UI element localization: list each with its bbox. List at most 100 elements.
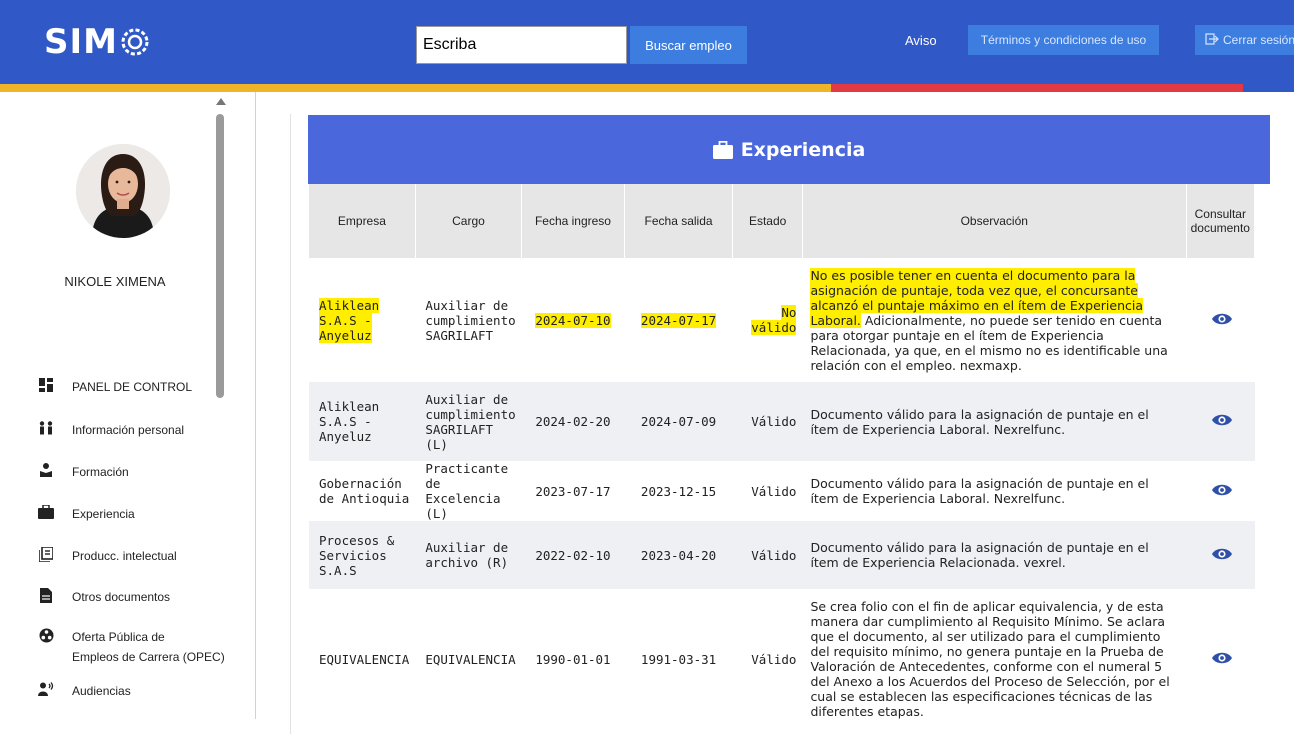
cell-view	[1186, 461, 1255, 521]
aviso-link[interactable]: Aviso	[905, 33, 937, 48]
table-row: Aliklean S.A.S - Anyeluz Auxiliar de cum…	[309, 258, 1255, 382]
terms-button[interactable]: Términos y condiciones de uso	[968, 25, 1159, 55]
sidebar-item-label: Producc. intelectual	[72, 549, 177, 563]
logout-label: Cerrar sesión	[1223, 33, 1294, 47]
table-row: EQUIVALENCIA EQUIVALENCIA 1990-01-01 199…	[309, 589, 1255, 729]
stripe-red	[831, 84, 1243, 92]
sidebar-item-label: Información personal	[72, 423, 185, 437]
cell-fecha-ingreso: 2024-02-20	[521, 382, 625, 461]
sidebar-item-label-group: Oferta Pública de Empleos de Carrera (OPE…	[72, 627, 225, 667]
simo-logo[interactable]: SIM	[44, 22, 150, 62]
cell-cargo: Practicante de Excelencia (L)	[415, 461, 522, 521]
cell-view	[1186, 589, 1255, 729]
cell-view	[1186, 521, 1255, 589]
sidebar-item-label: Formación	[72, 465, 129, 479]
table-row: Procesos & Servicios S.A.S Auxiliar de a…	[309, 521, 1255, 589]
logout-button[interactable]: Cerrar sesión	[1195, 25, 1294, 55]
stripe-yellow	[0, 84, 831, 92]
cell-fecha-ingreso: 2024-07-10	[521, 258, 625, 382]
sidebar-item-experiencia[interactable]: Experiencia	[38, 504, 135, 524]
sidebar-item-personal-info[interactable]: Información personal	[38, 420, 184, 440]
eye-icon[interactable]	[1212, 483, 1233, 497]
table-header-row: Empresa Cargo Fecha ingreso Fecha salida…	[309, 184, 1256, 258]
cell-fecha-salida: 2024-07-17	[624, 258, 733, 382]
cell-fecha-salida: 2023-12-15	[624, 461, 733, 521]
col-fecha-salida: Fecha salida	[624, 184, 734, 258]
logout-icon	[1205, 33, 1219, 45]
sidebar-item-panel-control[interactable]: PANEL DE CONTROL	[38, 377, 192, 397]
book-icon	[38, 546, 54, 562]
cell-fecha-ingreso: 1990-01-01	[521, 589, 625, 729]
sidebar-item-produccion[interactable]: Producc. intelectual	[38, 546, 177, 566]
cell-empresa: Aliklean S.A.S - Anyeluz	[309, 382, 416, 461]
avatar	[76, 144, 170, 238]
briefcase-icon	[38, 504, 54, 520]
cell-empresa: Aliklean S.A.S - Anyeluz	[309, 258, 416, 382]
experience-table: Empresa Cargo Fecha ingreso Fecha salida…	[309, 184, 1256, 729]
table-row: Aliklean S.A.S - Anyeluz Auxiliar de cum…	[309, 382, 1255, 461]
search-input[interactable]	[416, 26, 627, 64]
sidebar-item-label-2: Empleos de Carrera (OPEC)	[72, 650, 225, 664]
cell-estado: Válido	[732, 461, 803, 521]
cell-observacion: Documento válido para la asignación de p…	[802, 521, 1187, 589]
graduation-icon	[38, 462, 54, 478]
cell-empresa: EQUIVALENCIA	[309, 589, 416, 729]
top-header: SIM Buscar empleo Aviso Términos y condi…	[0, 0, 1294, 84]
cell-cargo: Auxiliar de archivo (R)	[415, 521, 522, 589]
fecha-salida-text: 2024-07-17	[640, 312, 717, 328]
document-icon	[38, 587, 54, 603]
col-consultar-documento: Consultar documento	[1186, 184, 1256, 258]
logo-text: SIM	[44, 22, 118, 62]
dashboard-icon	[38, 377, 54, 393]
gear-logo-icon	[121, 28, 149, 56]
cell-fecha-salida: 1991-03-31	[624, 589, 733, 729]
col-empresa: Empresa	[309, 184, 416, 258]
search-job-button[interactable]: Buscar empleo	[630, 26, 747, 64]
cell-fecha-salida: 2024-07-09	[624, 382, 733, 461]
sidebar-item-label: Audiencias	[72, 684, 131, 698]
sidebar-scrollbar[interactable]	[212, 92, 230, 719]
people-icon	[38, 420, 54, 436]
col-estado: Estado	[732, 184, 803, 258]
cell-estado: Válido	[732, 589, 803, 729]
eye-icon[interactable]	[1212, 312, 1233, 326]
sidebar-item-formacion[interactable]: Formación	[38, 462, 129, 482]
cell-fecha-ingreso: 2022-02-10	[521, 521, 625, 589]
eye-icon[interactable]	[1212, 547, 1233, 561]
scroll-up-arrow-icon[interactable]	[216, 98, 226, 105]
empresa-text: Aliklean S.A.S - Anyeluz	[319, 297, 380, 343]
cell-observacion: No es posible tener en cuenta el documen…	[802, 258, 1187, 382]
scroll-thumb[interactable]	[216, 114, 224, 398]
panel-title: Experiencia	[740, 138, 866, 161]
cell-cargo: EQUIVALENCIA	[415, 589, 522, 729]
sidebar-item-label: PANEL DE CONTROL	[72, 380, 193, 394]
eye-icon[interactable]	[1212, 413, 1233, 427]
cell-fecha-ingreso: 2023-07-17	[521, 461, 625, 521]
cell-view	[1186, 382, 1255, 461]
cell-estado: Válido	[732, 382, 803, 461]
cell-empresa: Gobernación de Antioquia	[309, 461, 416, 521]
estado-text: No válido	[751, 305, 797, 335]
sidebar-item-label: Experiencia	[72, 507, 135, 521]
sidebar-item-otros-documentos[interactable]: Otros documentos	[38, 587, 170, 607]
cell-fecha-salida: 2023-04-20	[624, 521, 733, 589]
fecha-ingreso-text: 2024-07-10	[535, 312, 611, 328]
table-row: Gobernación de Antioquia Practicante de …	[309, 461, 1255, 521]
cell-observacion: Documento válido para la asignación de p…	[802, 461, 1187, 521]
cell-estado: No válido	[732, 258, 803, 382]
cell-observacion: Se crea folio con el fin de aplicar equi…	[802, 589, 1187, 729]
col-fecha-ingreso: Fecha ingreso	[521, 184, 625, 258]
network-icon	[38, 627, 54, 643]
user-name: NIKOLE XIMENA	[64, 274, 166, 289]
cell-empresa: Procesos & Servicios S.A.S	[309, 521, 416, 589]
cell-cargo: Auxiliar de cumplimiento SAGRILAFT (L)	[415, 382, 522, 461]
sidebar-item-label: Oferta Pública de	[72, 630, 165, 644]
cell-view	[1186, 258, 1255, 382]
sidebar-item-opec[interactable]: Oferta Pública de Empleos de Carrera (OPE…	[38, 627, 225, 667]
sidebar-item-audiencias[interactable]: Audiencias	[38, 681, 131, 701]
eye-icon[interactable]	[1212, 651, 1233, 665]
cell-observacion: Documento válido para la asignación de p…	[802, 382, 1187, 461]
stripe-blue	[1243, 84, 1294, 92]
obs-text: Adicionalmente, no puede ser tenido en c…	[810, 312, 1168, 373]
cell-estado: Válido	[732, 521, 803, 589]
